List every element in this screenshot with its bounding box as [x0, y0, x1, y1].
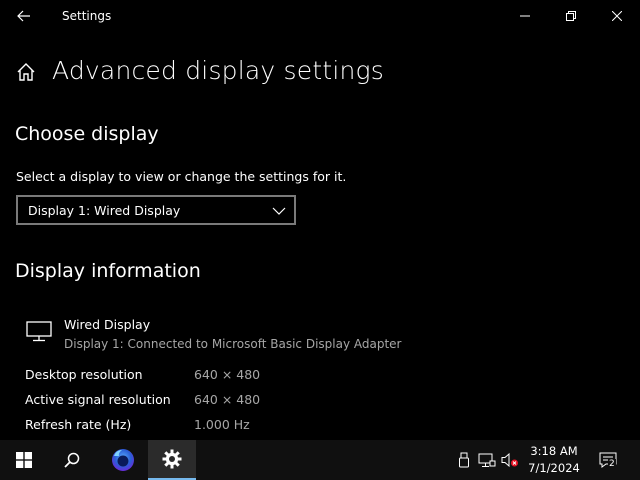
notification-center-button[interactable]: 2 [592, 446, 624, 474]
title-bar: Settings [0, 0, 640, 32]
info-label-refresh-rate: Refresh rate (Hz) [25, 417, 132, 432]
windows-start-icon [16, 452, 32, 468]
home-icon[interactable] [14, 60, 38, 84]
close-button[interactable] [594, 0, 640, 32]
page-title: Advanced display settings [52, 56, 384, 85]
dropdown-selected-value: Display 1: Wired Display [28, 203, 181, 218]
usb-drive-tray-button[interactable] [455, 452, 473, 468]
taskbar: 3:18 AM 7/1/2024 2 [0, 440, 640, 480]
choose-display-heading: Choose display [15, 123, 159, 145]
minimize-button[interactable] [502, 0, 548, 32]
notification-count-badge: 2 [608, 459, 616, 469]
search-button[interactable] [48, 440, 96, 480]
display-select-dropdown[interactable]: Display 1: Wired Display [16, 195, 296, 225]
firefox-icon [112, 449, 134, 471]
display-name: Wired Display [64, 317, 151, 332]
chevron-down-icon [272, 207, 286, 215]
display-connection-info: Display 1: Connected to Microsoft Basic … [64, 337, 402, 351]
network-icon [478, 453, 496, 467]
back-arrow-icon [17, 10, 30, 22]
back-button[interactable] [8, 4, 40, 28]
restore-icon [566, 11, 576, 21]
taskbar-clock[interactable]: 3:18 AM 7/1/2024 [524, 443, 584, 477]
choose-display-description: Select a display to view or change the s… [16, 169, 347, 184]
usb-drive-icon [459, 452, 469, 468]
firefox-taskbar-button[interactable] [99, 440, 147, 480]
info-value-desktop-resolution: 640 × 480 [194, 367, 261, 382]
network-tray-button[interactable] [478, 452, 496, 468]
info-label-desktop-resolution: Desktop resolution [25, 367, 143, 382]
close-icon [612, 11, 622, 21]
start-button[interactable] [0, 440, 48, 480]
volume-muted-icon [501, 452, 518, 468]
volume-tray-button[interactable] [501, 452, 519, 468]
settings-taskbar-button[interactable] [148, 440, 196, 480]
info-value-refresh-rate: 1.000 Hz [194, 417, 250, 432]
settings-gear-icon [162, 449, 182, 469]
clock-date: 7/1/2024 [528, 461, 580, 475]
restore-button[interactable] [548, 0, 594, 32]
search-icon [64, 452, 80, 468]
display-information-heading: Display information [15, 260, 201, 282]
monitor-icon [26, 321, 52, 342]
window-title: Settings [62, 9, 112, 23]
info-label-active-signal-resolution: Active signal resolution [25, 392, 171, 407]
info-value-active-signal-resolution: 640 × 480 [194, 392, 261, 407]
minimize-icon [520, 15, 530, 17]
clock-time: 3:18 AM [530, 444, 578, 458]
